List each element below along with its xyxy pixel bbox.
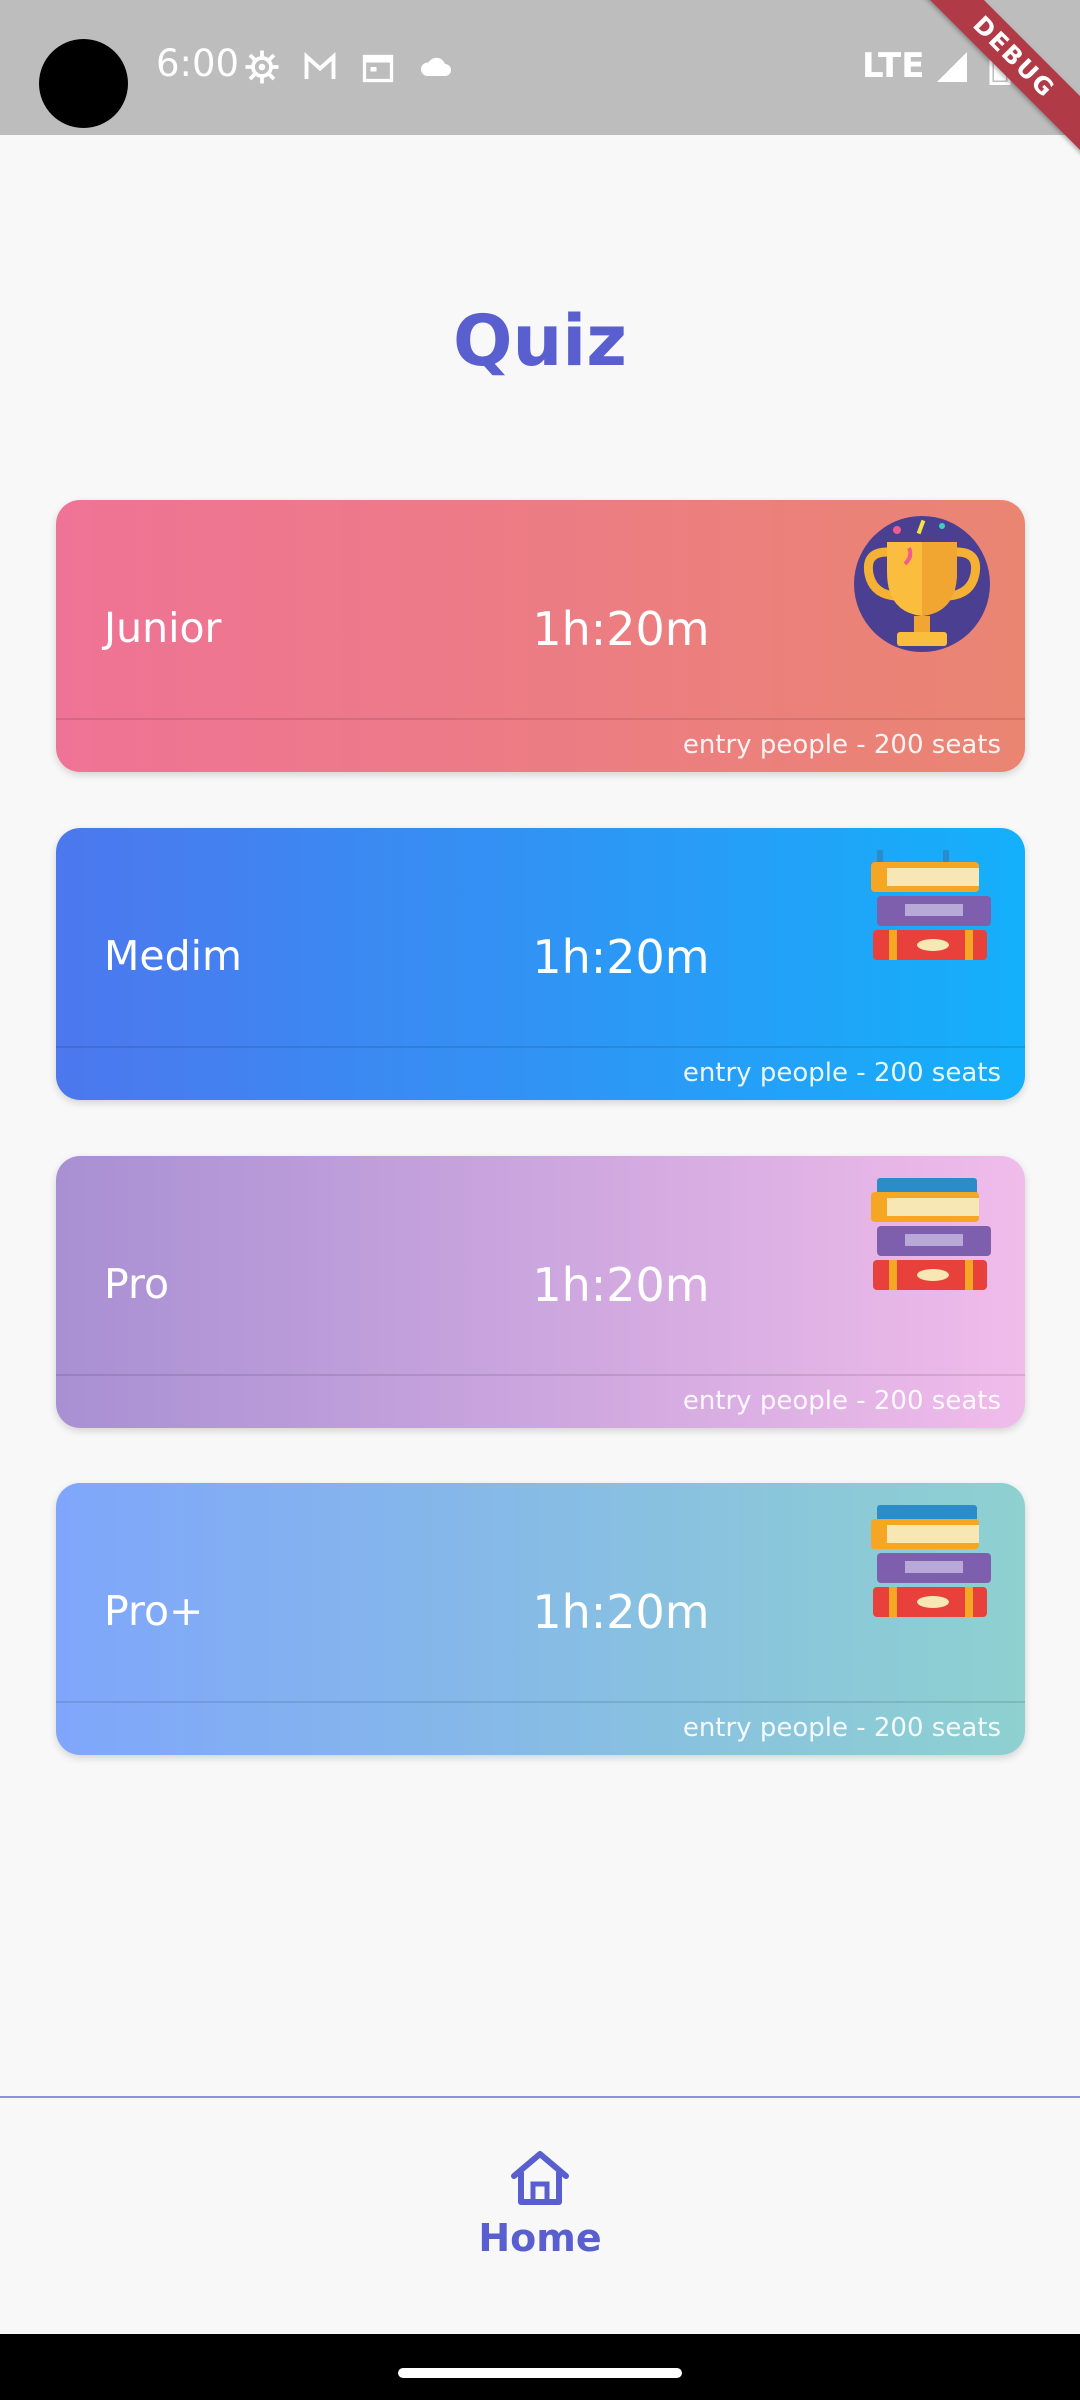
card-level: Junior: [104, 604, 222, 652]
home-icon: [511, 2151, 569, 2205]
bottom-navigation: Home: [0, 2096, 1080, 2336]
cloud-icon: [420, 57, 451, 76]
card-duration: 1h:20m: [532, 602, 710, 656]
network-type: LTE: [862, 46, 925, 86]
trophy-icon: [854, 516, 990, 652]
card-duration: 1h:20m: [532, 1258, 710, 1312]
settings-gear-icon: [245, 50, 279, 84]
status-bar: 6:00 LTE: [0, 0, 1080, 135]
card-divider: [56, 718, 1025, 720]
system-navigation-bar: [0, 2334, 1080, 2400]
books-icon: [871, 850, 991, 960]
debug-banner: DEBUG: [920, 0, 1080, 160]
quiz-card-pro[interactable]: Pro 1h:20m entry people - 200 seats: [56, 1156, 1025, 1428]
books-icon: [871, 1178, 991, 1290]
debug-label: DEBUG: [920, 0, 1080, 156]
quiz-card-medim[interactable]: Medim 1h:20m entry people - 200 seats: [56, 828, 1025, 1100]
card-divider: [56, 1701, 1025, 1703]
card-seats: entry people - 200 seats: [682, 1713, 1001, 1743]
card-divider: [56, 1046, 1025, 1048]
card-seats: entry people - 200 seats: [682, 1386, 1001, 1416]
quiz-card-junior[interactable]: Junior 1h:20m entry people - 200 seats: [56, 500, 1025, 772]
books-icon: [871, 1505, 991, 1617]
card-level: Pro+: [104, 1587, 204, 1635]
card-duration: 1h:20m: [532, 930, 710, 984]
gmail-icon: [304, 52, 336, 79]
camera-cutout: [39, 39, 128, 128]
gesture-handle[interactable]: [398, 2368, 682, 2378]
quiz-card-pro-plus[interactable]: Pro+ 1h:20m entry people - 200 seats: [56, 1483, 1025, 1755]
card-level: Pro: [104, 1260, 170, 1308]
page-title: Quiz: [452, 300, 628, 382]
card-seats: entry people - 200 seats: [682, 1058, 1001, 1088]
card-divider: [56, 1374, 1025, 1376]
card-seats: entry people - 200 seats: [682, 730, 1001, 760]
card-duration: 1h:20m: [532, 1585, 710, 1639]
nav-home-label: Home: [478, 2216, 602, 2260]
card-level: Medim: [104, 932, 242, 980]
nav-tab-home[interactable]: Home: [440, 2148, 640, 2298]
status-time: 6:00: [156, 42, 240, 85]
calendar-icon: [362, 54, 394, 83]
